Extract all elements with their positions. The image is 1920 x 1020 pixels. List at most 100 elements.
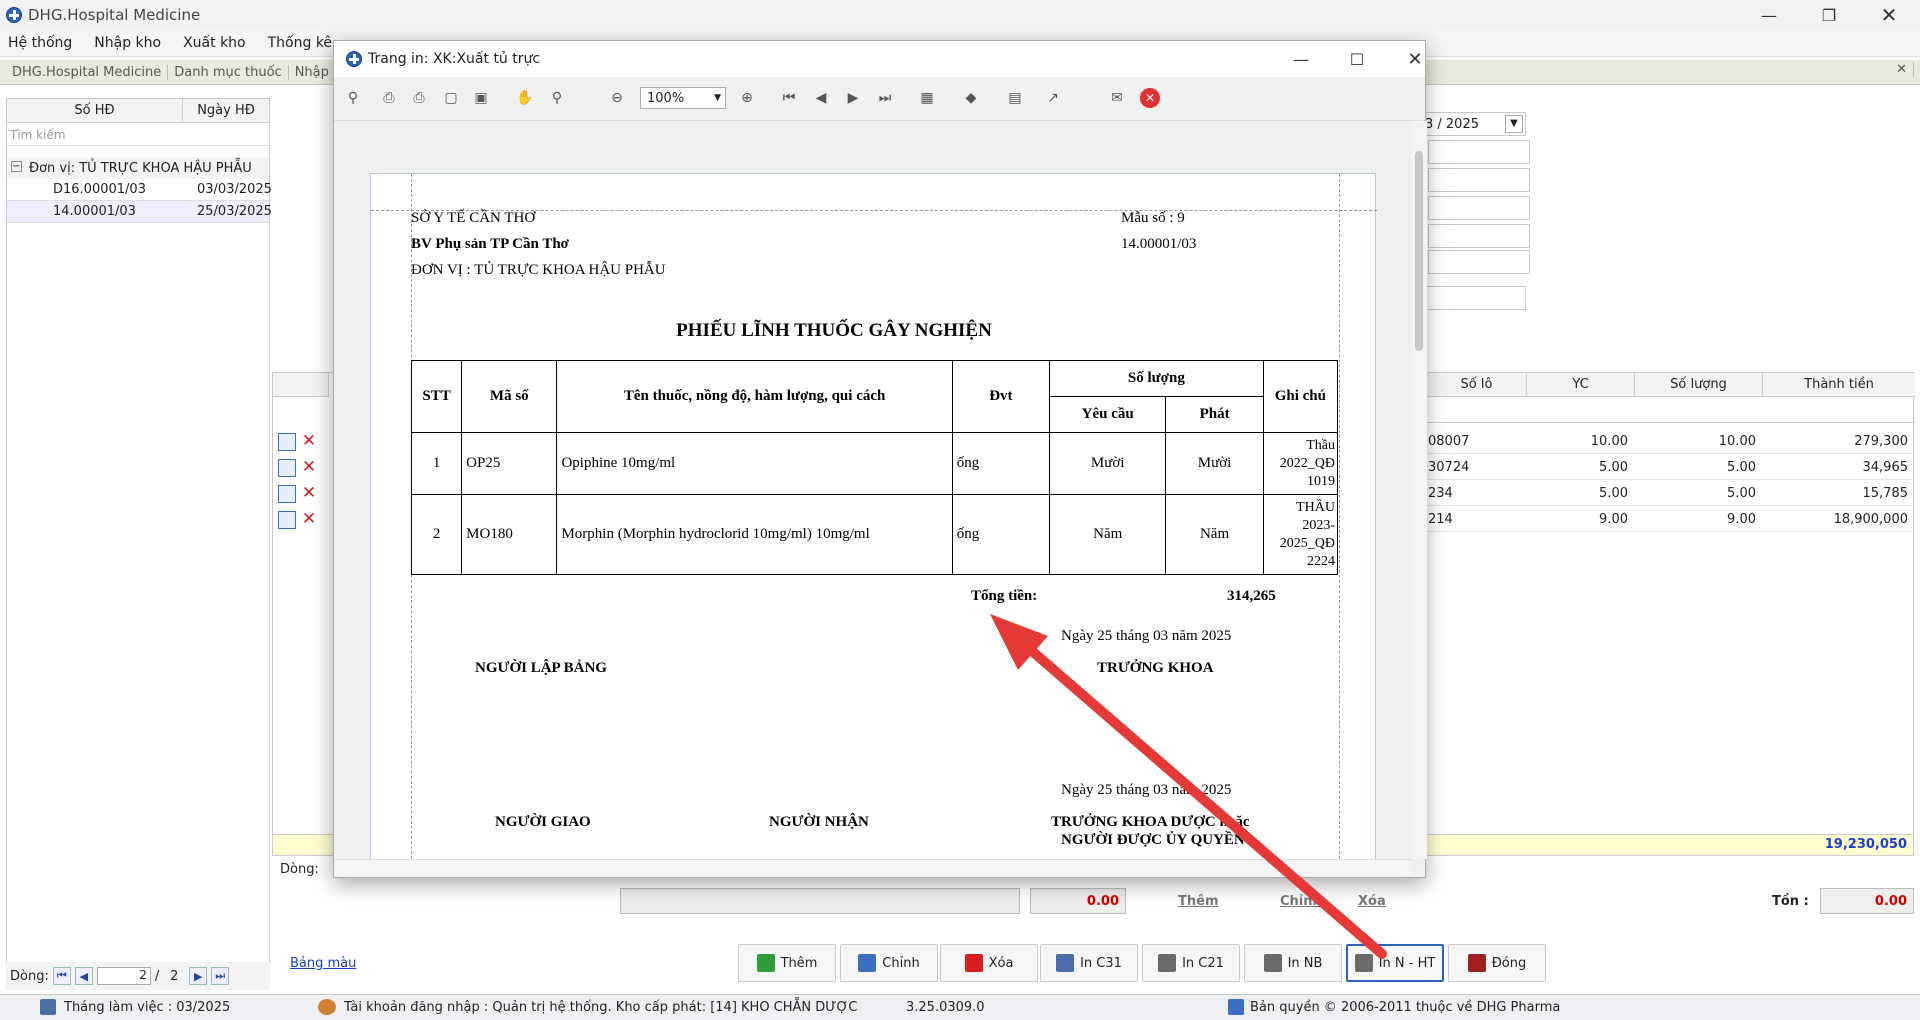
first-page-icon[interactable]: ⏮ bbox=[780, 89, 798, 107]
in-n-ht-button[interactable]: In N - HT bbox=[1346, 944, 1444, 982]
page-input[interactable]: 2 bbox=[96, 967, 151, 985]
prev-page-icon[interactable]: ◀ bbox=[74, 967, 93, 985]
collapse-icon[interactable]: − bbox=[11, 161, 22, 172]
col-so-luong[interactable]: Số lượng bbox=[1635, 373, 1763, 397]
find-icon[interactable]: ⚲ bbox=[344, 89, 362, 107]
xoa-button[interactable]: Xóa bbox=[940, 944, 1038, 982]
zoom-select[interactable]: 100% ▼ bbox=[640, 87, 726, 109]
next-page-icon[interactable]: ▶ bbox=[189, 967, 208, 985]
form-field[interactable] bbox=[1420, 286, 1526, 310]
grid-cell-tt: 18,900,000 bbox=[1762, 508, 1914, 532]
version: 3.25.0309.0 bbox=[906, 1000, 985, 1015]
close-preview-icon[interactable]: ✕ bbox=[1140, 88, 1160, 108]
col-so-hd[interactable]: Số HĐ bbox=[7, 99, 183, 123]
magnifier-icon[interactable]: ⚲ bbox=[548, 89, 566, 107]
col-so-lo[interactable]: Số lô bbox=[1427, 373, 1527, 397]
dialog-close-icon[interactable]: ✕ bbox=[1392, 41, 1438, 77]
minimize-icon[interactable]: — bbox=[1746, 0, 1792, 30]
horizontal-scrollbar[interactable] bbox=[334, 859, 1411, 877]
in-c31-button[interactable]: In C31 bbox=[1040, 944, 1138, 982]
scroll-thumb[interactable] bbox=[1415, 151, 1423, 351]
watermark-icon[interactable]: ▤ bbox=[1006, 89, 1024, 107]
filter-row[interactable] bbox=[1427, 397, 1915, 423]
hand-tool-icon[interactable]: ✋ bbox=[516, 89, 534, 107]
tab-close-icon[interactable]: ✕ bbox=[1890, 62, 1914, 77]
dialog-minimize-icon[interactable]: — bbox=[1278, 41, 1324, 77]
zoom-out-icon[interactable]: ⊖ bbox=[608, 89, 626, 107]
cell-ghichu: THẦU 2023-2025_QĐ 2224 bbox=[1262, 494, 1339, 575]
last-page-icon[interactable]: ⏭ bbox=[211, 967, 230, 985]
grid-cell-yc: 10.00 bbox=[1526, 430, 1634, 454]
in-nb-icon bbox=[1263, 954, 1282, 972]
form-field[interactable] bbox=[1428, 250, 1530, 274]
edit-icon[interactable] bbox=[278, 459, 296, 477]
close-icon[interactable]: ✕ bbox=[1866, 0, 1912, 30]
menu-nhap-kho[interactable]: Nhập kho bbox=[94, 35, 161, 51]
restore-icon[interactable]: ❐ bbox=[1806, 0, 1852, 30]
in-c21-button[interactable]: In C21 bbox=[1142, 944, 1240, 982]
page-setup-icon[interactable]: ▢ bbox=[442, 89, 460, 107]
scale-icon[interactable]: ▣ bbox=[472, 89, 490, 107]
cell-dvt: ống bbox=[951, 432, 1051, 495]
list-item[interactable]: 14.00001/03 25/03/2025 bbox=[7, 201, 272, 223]
cell-ma: MO180 bbox=[461, 494, 558, 575]
nguoi-giao: NGƯỜI GIAO bbox=[495, 814, 591, 830]
group-row[interactable]: Đơn vị: TỦ TRỰC KHOA HẬU PHẪU bbox=[7, 157, 269, 179]
search-input[interactable]: Tìm kiếm bbox=[7, 124, 269, 146]
last-page-icon[interactable]: ⏭ bbox=[876, 89, 894, 107]
print-icon[interactable]: ⎙ bbox=[380, 89, 398, 107]
form-field[interactable] bbox=[1428, 196, 1530, 220]
delete-icon[interactable]: ✕ bbox=[300, 432, 318, 450]
tab-home[interactable]: DHG.Hospital Medicine bbox=[6, 64, 169, 80]
grid-cell-sl: 5.00 bbox=[1634, 482, 1762, 506]
month-select[interactable]: 3 / 2025 ▼ bbox=[1420, 112, 1526, 136]
delete-icon[interactable]: ✕ bbox=[300, 484, 318, 502]
edit-icon[interactable] bbox=[278, 511, 296, 529]
copyright-icon bbox=[1228, 999, 1244, 1015]
menu-he-thong[interactable]: Hệ thống bbox=[8, 35, 72, 51]
dialog-maximize-icon[interactable]: ☐ bbox=[1334, 41, 1380, 77]
prev-page-icon[interactable]: ◀ bbox=[812, 89, 830, 107]
table-row: 2 MO180 Morphin (Morphin hydroclorid 10m… bbox=[410, 494, 1339, 575]
form-field[interactable] bbox=[1428, 168, 1530, 192]
th-dvt: Đvt bbox=[951, 360, 1051, 433]
zoom-in-icon[interactable]: ⊕ bbox=[738, 89, 756, 107]
cell-ten: Morphin (Morphin hydroclorid 10mg/ml) 10… bbox=[556, 494, 953, 575]
grid-xoa-button[interactable]: Xóa bbox=[1358, 894, 1386, 909]
delete-icon[interactable]: ✕ bbox=[300, 458, 318, 476]
tab-danh-muc-thuoc[interactable]: Danh mục thuốc bbox=[168, 64, 289, 80]
multipage-icon[interactable]: ▦ bbox=[918, 89, 936, 107]
delete-icon[interactable]: ✕ bbox=[300, 510, 318, 528]
next-page-icon[interactable]: ▶ bbox=[844, 89, 862, 107]
them-button[interactable]: Thêm bbox=[738, 944, 836, 982]
grid-chinh-button[interactable]: Chỉnh bbox=[1280, 894, 1322, 909]
in-n-ht-icon bbox=[1354, 954, 1373, 972]
vertical-scrollbar[interactable] bbox=[1411, 121, 1427, 859]
cell-stt: 1 bbox=[410, 432, 463, 495]
chevron-down-icon[interactable]: ▼ bbox=[1505, 115, 1523, 133]
th-ten-thuoc: Tên thuốc, nồng độ, hàm lượng, qui cách bbox=[556, 360, 953, 433]
col-ngay-hd[interactable]: Ngày HĐ bbox=[183, 99, 269, 123]
ton-value: 0.00 bbox=[1820, 888, 1914, 914]
list-item[interactable]: D16.00001/03 03/03/2025 bbox=[7, 179, 272, 201]
form-field[interactable] bbox=[1428, 140, 1530, 164]
in-nb-button[interactable]: In NB bbox=[1244, 944, 1342, 982]
send-icon[interactable]: ✉ bbox=[1108, 89, 1126, 107]
form-field[interactable] bbox=[1428, 224, 1530, 248]
col-thanh-tien[interactable]: Thành tiền bbox=[1763, 373, 1915, 397]
bang-mau-link[interactable]: Bảng màu bbox=[290, 956, 356, 971]
edit-icon[interactable] bbox=[278, 485, 296, 503]
menu-thong-ke[interactable]: Thống kê bbox=[268, 35, 332, 51]
cell-yc: Năm bbox=[1049, 494, 1167, 575]
color-icon[interactable]: ◆ bbox=[962, 89, 980, 107]
grid-them-button[interactable]: Thêm bbox=[1178, 894, 1219, 909]
first-page-icon[interactable]: ⏮ bbox=[52, 967, 71, 985]
so-hd: 14.00001/03 bbox=[53, 204, 136, 219]
dong-button[interactable]: Đóng bbox=[1448, 944, 1546, 982]
quick-print-icon[interactable]: ⎙ bbox=[410, 89, 428, 107]
menu-xuat-kho[interactable]: Xuất kho bbox=[183, 35, 246, 51]
export-icon[interactable]: ↗ bbox=[1044, 89, 1062, 107]
col-yc[interactable]: YC bbox=[1527, 373, 1635, 397]
chinh-button[interactable]: Chỉnh bbox=[840, 944, 938, 982]
edit-icon[interactable] bbox=[278, 433, 296, 451]
